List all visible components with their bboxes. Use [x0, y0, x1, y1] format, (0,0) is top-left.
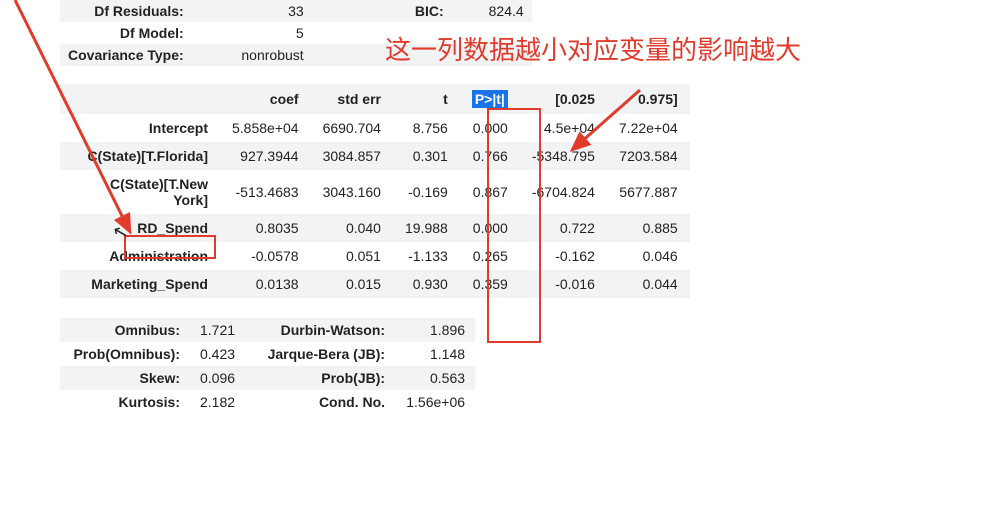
col-stderr: std err: [311, 84, 393, 114]
annotation-text: 这一列数据越小对应变量的影响越大: [385, 30, 801, 67]
row-state-florida: C(State)[T.Florida] 927.3944 3084.857 0.…: [60, 142, 690, 170]
diagnostics-table: Omnibus: 1.721 Durbin-Watson: 1.896 Prob…: [60, 318, 475, 414]
val-df-model: 5: [192, 22, 312, 44]
col-ci-high: 0.975]: [607, 84, 690, 114]
col-coef: coef: [220, 84, 311, 114]
val-bic: 824.4: [452, 0, 532, 22]
label-bic: BIC:: [312, 0, 452, 22]
row-state-newyork: C(State)[T.New York] -513.4683 3043.160 …: [60, 170, 690, 214]
label-cov-type: Covariance Type:: [60, 44, 192, 66]
redbox-pvalue-column: [487, 108, 541, 343]
row-intercept: Intercept 5.858e+04 6690.704 8.756 0.000…: [60, 114, 690, 142]
label-df-model: Df Model:: [60, 22, 192, 44]
label-df-residuals: Df Residuals:: [60, 0, 192, 22]
val-df-residuals: 33: [192, 0, 312, 22]
coefficients-table: coef std err t P>|t| [0.025 0.975] Inter…: [60, 84, 690, 298]
row-marketing-spend: Marketing_Spend 0.0138 0.015 0.930 0.359…: [60, 270, 690, 298]
col-t: t: [393, 84, 460, 114]
val-cov-type: nonrobust: [192, 44, 312, 66]
redbox-rd-spend: [124, 235, 216, 259]
pvalue-header-highlight: P>|t|: [472, 90, 508, 108]
